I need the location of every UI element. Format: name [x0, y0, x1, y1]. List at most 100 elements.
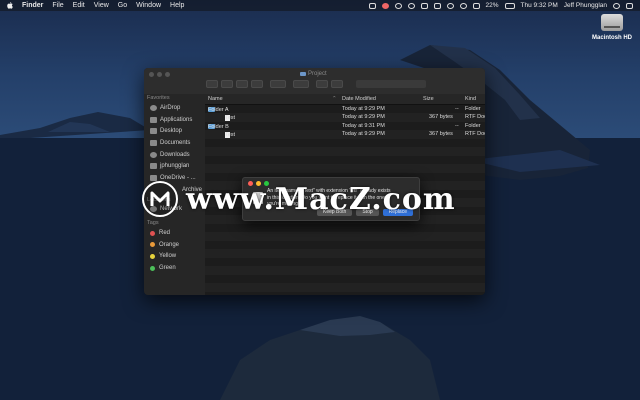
tag-dot-icon [150, 253, 155, 259]
airplay-icon[interactable] [433, 2, 441, 9]
status-icon-1[interactable] [368, 2, 376, 9]
tag-button[interactable] [331, 80, 343, 88]
sidebar-tag-orange[interactable]: Orange [144, 239, 205, 251]
home-icon [150, 163, 157, 170]
airdrop-icon [150, 104, 157, 111]
window-title: Project [300, 71, 327, 77]
tag-dot-icon [150, 265, 155, 271]
sidebar-tag-yellow[interactable]: Yellow [144, 251, 205, 263]
table-row[interactable]: ▼ Folder B Today at 9:31 PM -- Folder [205, 122, 485, 131]
view-controls [206, 80, 343, 88]
sidebar-tag-red[interactable]: Red [144, 227, 205, 239]
column-name[interactable]: Name [208, 96, 223, 102]
finder-toolbar: Project [144, 68, 485, 95]
sidebar-item-label: Downloads [160, 151, 190, 158]
sidebar-header-tags: Tags [147, 220, 159, 227]
menubar-user[interactable]: Jeff Phungglan [564, 2, 607, 9]
sidebar-item-label: AirDrop [160, 104, 181, 111]
row-kind: Folder [465, 105, 481, 112]
volume-icon[interactable] [459, 2, 467, 9]
battery-icon[interactable] [504, 2, 515, 9]
row-name: Folder A [208, 106, 229, 113]
status-icon-2[interactable] [394, 2, 402, 9]
apple-icon[interactable] [7, 2, 13, 9]
menu-app-finder[interactable]: Finder [22, 2, 43, 9]
group-button[interactable] [270, 80, 286, 88]
cloud-icon [150, 174, 157, 181]
search-input[interactable] [356, 80, 426, 88]
menu-view[interactable]: View [94, 2, 109, 9]
menu-help[interactable]: Help [170, 2, 184, 9]
tag-label: Yellow [159, 253, 177, 260]
search-icon[interactable] [613, 2, 620, 9]
icon-view-button[interactable] [206, 80, 218, 88]
sidebar-item-desktop[interactable]: Desktop [144, 125, 205, 137]
wifi-icon[interactable] [446, 2, 454, 9]
battery-percent: 22% [485, 2, 499, 9]
row-name: Test [225, 115, 236, 121]
gallery-view-button[interactable] [251, 80, 263, 88]
menu-edit[interactable]: Edit [73, 2, 85, 9]
sidebar-header-favorites: Favorites [147, 95, 170, 101]
sidebar-item-label: OneDrive - ... [160, 174, 196, 181]
record-icon[interactable] [381, 2, 389, 9]
column-date-modified[interactable]: Date Modified [342, 96, 376, 102]
sort-chevron-icon: ⌃ [332, 96, 337, 102]
minimize-button[interactable] [157, 72, 162, 77]
row-name: Test [225, 132, 236, 138]
menu-file[interactable]: File [52, 2, 63, 9]
sidebar-item-label: Documents [160, 139, 191, 146]
row-kind: RTF Doc [465, 114, 485, 120]
sidebar-item-downloads[interactable]: Downloads [144, 149, 205, 161]
row-name: Folder B [208, 123, 229, 130]
watermark-logo-icon [142, 181, 178, 217]
zoom-button[interactable] [165, 72, 170, 77]
menubar-clock[interactable]: Thu 9:32 PM [521, 2, 558, 9]
sidebar-item-label: Applications [160, 116, 193, 123]
bluetooth-icon[interactable] [472, 2, 480, 9]
document-icon [150, 139, 157, 146]
column-kind[interactable]: Kind [465, 96, 476, 102]
table-row[interactable]: Test Today at 9:29 PM 367 bytes RTF Doc [205, 113, 485, 122]
column-header: Name ⌃ Date Modified Size Kind [205, 94, 485, 105]
column-view-button[interactable] [236, 80, 248, 88]
menu-window[interactable]: Window [136, 2, 161, 9]
applications-icon [150, 116, 157, 123]
row-date: Today at 9:29 PM [342, 105, 385, 112]
sidebar-item-documents[interactable]: Documents [144, 137, 205, 149]
list-view-button[interactable] [221, 80, 233, 88]
row-date: Today at 9:29 PM [342, 114, 385, 120]
action-gear-button[interactable] [293, 80, 309, 88]
sidebar-tag-green[interactable]: Green [144, 262, 205, 274]
tag-label: Red [159, 230, 171, 237]
tag-dot-icon [150, 242, 155, 248]
hard-drive-icon [601, 14, 623, 31]
table-row[interactable]: ▼ Folder A Today at 9:29 PM -- Folder [205, 105, 485, 114]
desktop-icon [150, 128, 157, 135]
menu-go[interactable]: Go [118, 2, 127, 9]
share-button[interactable] [316, 80, 328, 88]
disk-label: Macintosh HD [592, 35, 633, 41]
sidebar-item-label: jphungglan [160, 163, 190, 170]
row-date: Today at 9:31 PM [342, 122, 385, 129]
display-icon[interactable] [420, 2, 428, 9]
table-row[interactable]: Test Today at 9:29 PM 367 bytes RTF Doc [205, 130, 485, 139]
window-controls [149, 72, 170, 77]
control-center-icon[interactable] [626, 2, 633, 9]
menu-bar: Finder File Edit View Go Window Help 22%… [0, 0, 640, 11]
creative-cloud-icon[interactable] [407, 2, 415, 9]
window-title-text: Project [308, 71, 327, 77]
row-size: 367 bytes [429, 131, 453, 137]
download-icon [150, 151, 157, 158]
sidebar-item-applications[interactable]: Applications [144, 114, 205, 126]
row-size: -- [455, 105, 459, 112]
close-button[interactable] [149, 72, 154, 77]
sidebar-item-label: Desktop [160, 128, 183, 135]
folder-icon [300, 72, 306, 76]
sidebar-item-home[interactable]: jphungglan [144, 160, 205, 172]
desktop-disk[interactable]: Macintosh HD [592, 14, 632, 41]
column-size[interactable]: Size [423, 96, 434, 102]
tag-dot-icon [150, 230, 155, 236]
sidebar-item-airdrop[interactable]: AirDrop [144, 102, 205, 114]
row-kind: RTF Doc [465, 131, 485, 137]
